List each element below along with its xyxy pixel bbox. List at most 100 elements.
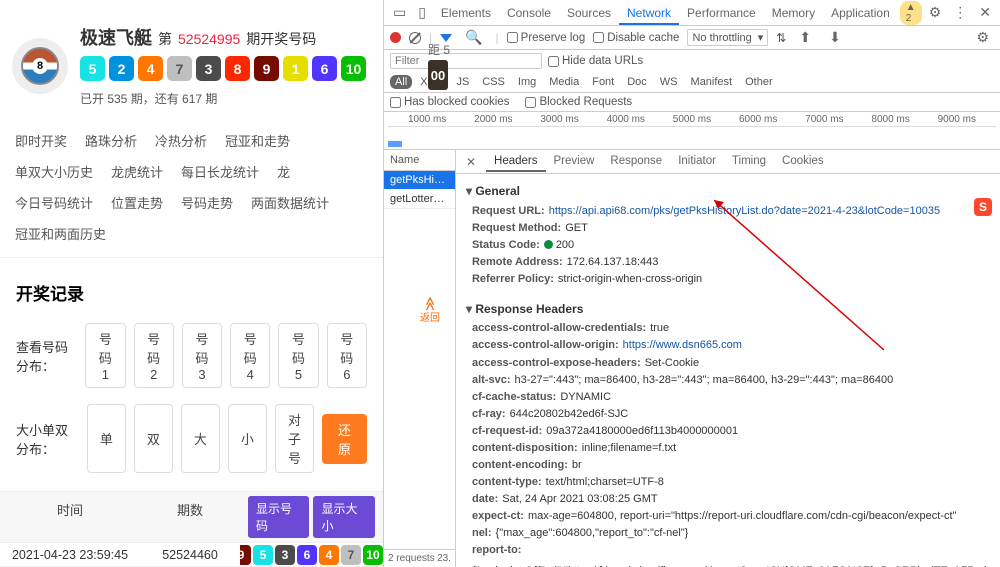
parity-filter-button[interactable]: 小 bbox=[228, 404, 267, 473]
analysis-tab[interactable]: 位置走势 bbox=[102, 187, 172, 218]
response-headers-section-header[interactable]: Response Headers bbox=[466, 296, 990, 321]
analysis-tab[interactable]: 冷热分析 bbox=[146, 125, 216, 156]
header-key: alt-svc: bbox=[472, 372, 511, 389]
type-pill-img[interactable]: Img bbox=[513, 75, 541, 89]
restore-button[interactable]: 还原 bbox=[322, 414, 367, 464]
inspect-icon[interactable]: ▭ bbox=[388, 1, 411, 24]
more-menu-icon[interactable]: ⋮ bbox=[948, 1, 972, 24]
type-pill-font[interactable]: Font bbox=[587, 75, 619, 89]
detail-body[interactable]: S General Request URL:https://api.api68.… bbox=[456, 174, 1000, 567]
number-filter-button[interactable]: 号码3 bbox=[182, 323, 222, 388]
throttling-select[interactable]: No throttling ▾ bbox=[687, 29, 768, 46]
disable-cache-checkbox[interactable]: Disable cache bbox=[593, 32, 679, 44]
warnings-badge[interactable]: ▲ 2 bbox=[900, 1, 922, 25]
type-pill-ws[interactable]: WS bbox=[655, 75, 683, 89]
draw-ball: 10 bbox=[341, 56, 366, 81]
analysis-tab[interactable]: 号码走势 bbox=[172, 187, 242, 218]
analysis-tab[interactable]: 冠亚和两面历史 bbox=[6, 218, 115, 249]
request-item[interactable]: getLotteryP... bbox=[384, 190, 455, 209]
type-pill-doc[interactable]: Doc bbox=[622, 75, 652, 89]
network-settings-gear-icon[interactable]: ⚙ bbox=[971, 26, 994, 49]
general-section-header[interactable]: General bbox=[466, 178, 990, 203]
header-link[interactable]: https://www.dsn665.com bbox=[623, 339, 742, 351]
analysis-tab[interactable]: 冠亚和走势 bbox=[216, 125, 299, 156]
type-pill-other[interactable]: Other bbox=[740, 75, 778, 89]
number-filter-button[interactable]: 号码5 bbox=[278, 323, 318, 388]
issue-suffix: 期开奖号码 bbox=[246, 29, 316, 49]
result-ball: 3 bbox=[275, 545, 295, 565]
hide-data-urls-checkbox[interactable]: Hide data URLs bbox=[548, 55, 643, 67]
show-size-button[interactable]: 显示大小 bbox=[313, 496, 374, 538]
blocked-requests-checkbox[interactable]: Blocked Requests bbox=[525, 96, 632, 108]
detail-tab-headers[interactable]: Headers bbox=[486, 152, 545, 172]
network-conditions-icon[interactable] bbox=[776, 31, 786, 45]
number-filter-button[interactable]: 号码4 bbox=[230, 323, 270, 388]
parity-filter-button[interactable]: 对子号 bbox=[275, 404, 314, 473]
parity-filter-button[interactable]: 双 bbox=[134, 404, 173, 473]
device-toggle-icon[interactable]: ▯ bbox=[413, 1, 431, 24]
parity-filter-button[interactable]: 单 bbox=[87, 404, 126, 473]
blocked-cookies-checkbox[interactable]: Has blocked cookies bbox=[390, 96, 509, 108]
network-filter-input[interactable] bbox=[390, 53, 542, 69]
header-value: Sat, 24 Apr 2021 03:08:25 GMT bbox=[502, 491, 657, 508]
header-value: max-age=604800, report-uri="https://repo… bbox=[528, 508, 956, 525]
header-row: access-control-allow-credentials:true bbox=[466, 320, 990, 337]
type-pill-all[interactable]: All bbox=[390, 75, 412, 89]
analysis-tab[interactable]: 单双大小历史 bbox=[6, 156, 102, 187]
draw-ball: 6 bbox=[312, 56, 337, 81]
clear-icon[interactable] bbox=[409, 32, 421, 44]
type-pill-media[interactable]: Media bbox=[544, 75, 584, 89]
devtools-tab-memory[interactable]: Memory bbox=[764, 1, 823, 25]
detail-close-icon[interactable]: ✕ bbox=[460, 153, 482, 171]
analysis-tab[interactable]: 每日长龙统计 bbox=[172, 156, 268, 187]
devtools-tab-application[interactable]: Application bbox=[823, 1, 898, 25]
analysis-tab[interactable]: 两面数据统计 bbox=[242, 187, 338, 218]
devtools-close-icon[interactable]: ✕ bbox=[974, 1, 996, 24]
analysis-tab[interactable]: 即时开奖 bbox=[6, 125, 76, 156]
devtools-tab-performance[interactable]: Performance bbox=[679, 1, 764, 25]
network-timeline[interactable]: 1000 ms2000 ms3000 ms4000 ms5000 ms6000 … bbox=[384, 112, 1000, 150]
settings-gear-icon[interactable]: ⚙ bbox=[924, 1, 947, 24]
type-pill-manifest[interactable]: Manifest bbox=[686, 75, 738, 89]
devtools-tab-sources[interactable]: Sources bbox=[559, 1, 619, 25]
detail-tab-response[interactable]: Response bbox=[602, 152, 670, 172]
analysis-tab[interactable]: 龙虎统计 bbox=[102, 156, 172, 187]
type-pill-css[interactable]: CSS bbox=[477, 75, 510, 89]
detail-tab-initiator[interactable]: Initiator bbox=[670, 152, 724, 172]
extension-badge-icon[interactable]: S bbox=[974, 198, 992, 216]
header-link[interactable]: https://api.api68.com/pks/getPksHistoryL… bbox=[549, 205, 940, 217]
number-filter-button[interactable]: 号码2 bbox=[134, 323, 174, 388]
detail-tab-preview[interactable]: Preview bbox=[546, 152, 603, 172]
analysis-tab[interactable]: 龙 bbox=[268, 156, 299, 187]
detail-tab-cookies[interactable]: Cookies bbox=[774, 152, 832, 172]
draw-ball: 7 bbox=[167, 56, 192, 81]
section-title: 开奖记录 bbox=[0, 258, 383, 319]
timeline-tick: 8000 ms bbox=[871, 114, 909, 125]
header-row: cf-ray:644c20802b42ed6f-SJC bbox=[466, 406, 990, 423]
number-filter-button[interactable]: 号码6 bbox=[327, 323, 367, 388]
analysis-tab[interactable]: 今日号码统计 bbox=[6, 187, 102, 218]
header-key: content-encoding: bbox=[472, 457, 568, 474]
export-har-icon[interactable]: ⬇ bbox=[824, 26, 846, 49]
import-har-icon[interactable]: ⬆ bbox=[794, 26, 816, 49]
detail-tab-timing[interactable]: Timing bbox=[724, 152, 774, 172]
record-icon[interactable] bbox=[390, 32, 401, 43]
request-item[interactable]: getPksHisto... bbox=[384, 171, 455, 190]
type-pill-js[interactable]: JS bbox=[451, 75, 474, 89]
devtools-tab-network[interactable]: Network bbox=[619, 1, 679, 25]
parity-filter-button[interactable]: 大 bbox=[181, 404, 220, 473]
header-row: Status Code:200 bbox=[466, 237, 990, 254]
preserve-log-checkbox[interactable]: Preserve log bbox=[507, 32, 586, 44]
header-row: expect-ct:max-age=604800, report-uri="ht… bbox=[466, 508, 990, 525]
header-value: 09a372a4180000ed6f113b4000000001 bbox=[546, 423, 738, 440]
detail-tab-container: HeadersPreviewResponseInitiatorTimingCoo… bbox=[486, 152, 832, 172]
search-icon[interactable]: 🔍 bbox=[460, 26, 487, 49]
header-row: nel:{"max_age":604800,"report_to":"cf-ne… bbox=[466, 525, 990, 542]
number-filter-button[interactable]: 号码1 bbox=[85, 323, 125, 388]
cell-time: 2021-04-23 23:59:45 bbox=[0, 548, 140, 562]
show-number-button[interactable]: 显示号码 bbox=[248, 496, 309, 538]
devtools-tab-elements[interactable]: Elements bbox=[433, 1, 499, 25]
analysis-tab[interactable]: 路珠分析 bbox=[76, 125, 146, 156]
header-value: {"endpoints":[{"url":"https:\/\/a.nel.cl… bbox=[472, 563, 990, 567]
devtools-tab-console[interactable]: Console bbox=[499, 1, 559, 25]
